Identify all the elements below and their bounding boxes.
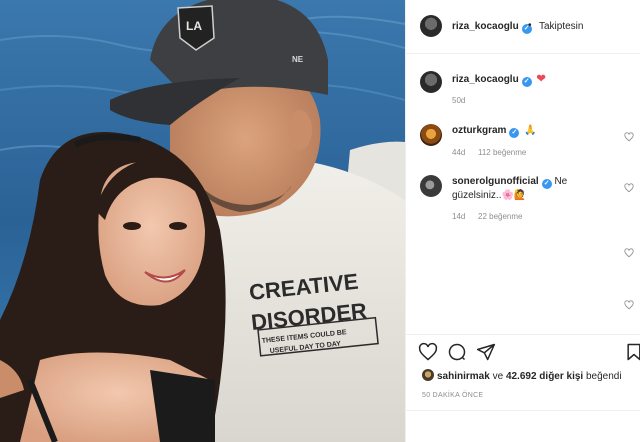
post-photo[interactable]: LA NE CREATIVE DISORDER THESE ITEMS COUL… (0, 0, 405, 442)
verified-icon: ✓ (541, 179, 552, 189)
likes-summary: sahinirmak ve 42.692 diğer kişi beğendi (422, 369, 622, 382)
verified-icon: ✓ (509, 128, 520, 138)
author-username[interactable]: riza_kocaoglu ✓ (452, 21, 532, 34)
photo-illustration: LA NE CREATIVE DISORDER THESE ITEMS COUL… (0, 0, 405, 442)
like-button[interactable] (418, 342, 438, 362)
post-side-panel: riza_kocaoglu ✓ • Takiptesin riza_kocaogl… (405, 0, 640, 442)
cap-logo-text: LA (186, 19, 202, 33)
likes-verb: beğendi (586, 371, 622, 382)
heart-icon (418, 342, 438, 361)
comment-icon (448, 343, 466, 361)
liker-avatar[interactable] (422, 369, 434, 381)
bottom-divider (406, 410, 640, 411)
comment-text-part2: güzelsiniz..🌸🙋 (452, 190, 527, 201)
likes-count[interactable]: 42.692 diğer kişi (506, 371, 583, 382)
comment-text-part1: Ne (554, 176, 568, 187)
comment-username-text[interactable]: ozturkgram (452, 125, 506, 136)
liker-username[interactable]: sahinirmak (437, 371, 490, 382)
share-icon (476, 343, 496, 361)
comment-avatar[interactable] (420, 175, 442, 197)
separator-dot: • (528, 20, 532, 31)
cap-brand-text: NE (292, 55, 304, 64)
caption-username[interactable]: riza_kocaoglu ✓ ❤ (452, 72, 546, 87)
comment-username[interactable]: ozturkgram ✓ 🙏 (452, 125, 537, 138)
caption-avatar[interactable] (420, 71, 442, 93)
caption-username-text[interactable]: riza_kocaoglu (452, 74, 519, 85)
save-button[interactable] (624, 342, 640, 362)
heart-emoji: ❤ (536, 73, 546, 85)
follow-status[interactable]: Takiptesin (539, 21, 583, 32)
comment-avatar[interactable] (420, 124, 442, 146)
comment-likes[interactable]: 22 beğenme (478, 212, 522, 221)
likes-connector: ve (492, 371, 504, 382)
comment-like-heart-icon[interactable] (624, 297, 634, 310)
comment-like-heart-icon[interactable] (624, 129, 634, 142)
comment-time[interactable]: 14d (452, 212, 465, 221)
actions-divider (406, 334, 640, 335)
comment-body: sonerolgunofficial ✓ Ne güzelsiniz..🌸🙋 (452, 175, 612, 203)
author-username-text[interactable]: riza_kocaoglu (452, 21, 519, 32)
comment-time[interactable]: 44d (452, 148, 465, 157)
verified-icon: ✓ (521, 77, 532, 87)
comment-username-text[interactable]: sonerolgunofficial (452, 176, 539, 187)
caption-time[interactable]: 50d (452, 96, 465, 105)
post-timestamp[interactable]: 50 DAKİKA ÖNCE (422, 392, 483, 399)
header-divider (406, 53, 640, 54)
comment-like-heart-icon[interactable] (624, 245, 634, 258)
comment-like-heart-icon[interactable] (624, 180, 634, 193)
save-icon (627, 343, 640, 361)
share-button[interactable] (476, 342, 496, 362)
comment-likes[interactable]: 112 beğenme (478, 148, 526, 157)
author-avatar[interactable] (420, 15, 442, 37)
comment-button[interactable] (447, 342, 467, 362)
comment-text: 🙏 (524, 125, 537, 136)
